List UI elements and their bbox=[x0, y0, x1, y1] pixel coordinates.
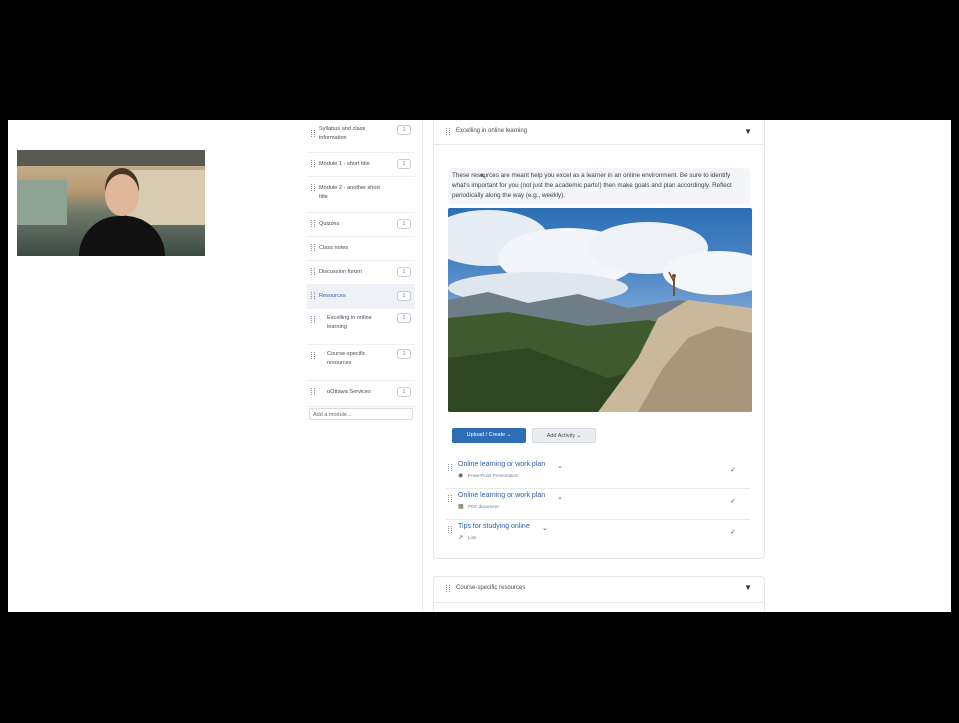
drag-handle-icon[interactable] bbox=[448, 495, 452, 502]
drag-handle-icon[interactable] bbox=[311, 388, 315, 395]
presenter-head bbox=[105, 174, 139, 216]
caret-down-icon[interactable]: ▼ bbox=[744, 127, 752, 136]
activity-title-link[interactable]: Online learning or work plan bbox=[458, 492, 545, 499]
sidebar-item-label: uOttawa Services bbox=[327, 389, 371, 395]
activity-row[interactable]: Online learning or work plan ⌄ ▦ PDF doc… bbox=[446, 489, 750, 520]
activity-title-link[interactable]: Online learning or work plan bbox=[458, 461, 545, 468]
sidebar-item-course-specific[interactable]: Course-specific resources 1 bbox=[307, 344, 415, 381]
sidebar-item-quizzes[interactable]: Quizzes 1 bbox=[307, 212, 415, 237]
item-count-badge: 1 bbox=[397, 267, 411, 277]
divider bbox=[434, 602, 764, 603]
letterbox-bottom bbox=[0, 612, 959, 723]
chevron-down-icon: ⌄ bbox=[506, 432, 512, 438]
item-count-badge: 1 bbox=[397, 349, 411, 359]
sidebar-item-label: Excelling in online learning bbox=[327, 315, 372, 330]
item-count-badge: 1 bbox=[397, 159, 411, 169]
pdf-icon: ▦ bbox=[458, 504, 464, 510]
sidebar-item-label: Discussion forum bbox=[319, 269, 362, 275]
sidebar-item-class-notes[interactable]: Class notes bbox=[307, 236, 415, 261]
section-header[interactable]: Excelling in online learning ▼ bbox=[434, 120, 764, 145]
checkmark-icon[interactable]: ✓ bbox=[730, 466, 736, 474]
activity-row[interactable]: Online learning or work plan ⌄ ◉ PowerPo… bbox=[446, 458, 750, 489]
sidebar-item-syllabus[interactable]: Syllabus and class information 1 bbox=[307, 120, 415, 153]
sidebar-item-label: Module 1 - short title bbox=[319, 161, 370, 167]
section-title: Excelling in online learning bbox=[456, 128, 528, 134]
drag-handle-icon[interactable] bbox=[446, 585, 450, 592]
sidebar-item-label: Class notes bbox=[319, 245, 349, 251]
video-frame: Syllabus and class information 1 Module … bbox=[0, 0, 959, 723]
drag-handle-icon[interactable] bbox=[311, 160, 315, 167]
checkmark-icon[interactable]: ✓ bbox=[730, 528, 736, 536]
drag-handle-icon[interactable] bbox=[311, 220, 315, 227]
upload-create-label: Upload / Create bbox=[466, 432, 506, 438]
sidebar-item-label: Syllabus and class information bbox=[319, 126, 366, 141]
sidebar-item-uottawa-services[interactable]: uOttawa Services 1 bbox=[307, 380, 415, 407]
item-count-badge: 1 bbox=[397, 125, 411, 135]
activity-row[interactable]: Tips for studying online ⌄ ↗ Link ✓ bbox=[446, 520, 750, 550]
add-module-input[interactable]: Add a module... bbox=[309, 408, 413, 420]
add-activity-label: Add Activity bbox=[546, 433, 576, 439]
module-sidebar: Syllabus and class information 1 Module … bbox=[307, 120, 423, 612]
powerpoint-icon: ◉ bbox=[458, 473, 464, 479]
drag-handle-icon[interactable] bbox=[311, 316, 315, 323]
mountain-photo bbox=[448, 208, 752, 412]
next-section-title: Course-specific resources bbox=[456, 585, 526, 591]
drag-handle-icon[interactable] bbox=[311, 130, 315, 137]
sidebar-item-label: Quizzes bbox=[319, 221, 340, 227]
drag-handle-icon[interactable] bbox=[311, 244, 315, 251]
chevron-down-icon: ⌄ bbox=[576, 433, 582, 439]
activity-type: PowerPoint Presentation bbox=[468, 473, 519, 478]
drag-handle-icon[interactable] bbox=[311, 184, 315, 191]
drag-handle-icon[interactable] bbox=[311, 352, 315, 359]
letterbox-top bbox=[0, 0, 959, 120]
letterbox-right bbox=[951, 0, 959, 723]
drag-handle-icon[interactable] bbox=[311, 268, 315, 275]
link-icon: ↗ bbox=[458, 535, 464, 541]
sidebar-item-excelling-online[interactable]: Excelling in online learning 1 bbox=[307, 308, 415, 345]
drag-handle-icon[interactable] bbox=[446, 128, 450, 135]
sidebar-item-discussion-forum[interactable]: Discussion forum 1 bbox=[307, 260, 415, 285]
item-count-badge: 1 bbox=[397, 387, 411, 397]
chevron-down-icon[interactable]: ⌄ bbox=[542, 524, 548, 532]
sidebar-item-label: Module 2 - another short title bbox=[319, 185, 380, 200]
add-activity-button[interactable]: Add Activity ⌄ bbox=[532, 428, 596, 443]
sidebar-item-module-1[interactable]: Module 1 - short title 1 bbox=[307, 152, 415, 177]
drag-handle-icon[interactable] bbox=[448, 526, 452, 533]
activity-type: Link bbox=[468, 535, 477, 540]
next-section-header[interactable]: Course-specific resources ▼ bbox=[433, 576, 765, 613]
mouse-cursor-icon: ↖ bbox=[480, 172, 487, 181]
item-count-badge: 1 bbox=[397, 219, 411, 229]
sidebar-item-module-2[interactable]: Module 2 - another short title bbox=[307, 176, 415, 213]
letterbox-left bbox=[0, 0, 8, 723]
activity-title-link[interactable]: Tips for studying online bbox=[458, 523, 530, 530]
section-description: These resources are meant help you excel… bbox=[448, 168, 750, 204]
chevron-down-icon[interactable]: ⌄ bbox=[557, 462, 563, 470]
webcam-video bbox=[17, 150, 205, 256]
sidebar-item-label: Course-specific resources bbox=[327, 351, 366, 366]
webcam-ceiling bbox=[17, 150, 205, 166]
upload-create-button[interactable]: Upload / Create ⌄ bbox=[452, 428, 526, 443]
chevron-down-icon[interactable]: ⌄ bbox=[557, 493, 563, 501]
drag-handle-icon[interactable] bbox=[448, 464, 452, 471]
caret-down-icon[interactable]: ▼ bbox=[744, 583, 752, 592]
checkmark-icon[interactable]: ✓ bbox=[730, 497, 736, 505]
item-count-badge: 1 bbox=[397, 313, 411, 323]
sidebar-item-label: Resources bbox=[319, 293, 346, 299]
webcam-window bbox=[17, 180, 67, 225]
sidebar-item-resources[interactable]: Resources 1 bbox=[307, 284, 415, 309]
drag-handle-icon[interactable] bbox=[311, 292, 315, 299]
activity-type: PDF document bbox=[468, 504, 499, 509]
mountain-illustration bbox=[448, 210, 752, 412]
item-count-badge: 1 bbox=[397, 291, 411, 301]
section-panel: Excelling in online learning ▼ These res… bbox=[433, 120, 765, 559]
